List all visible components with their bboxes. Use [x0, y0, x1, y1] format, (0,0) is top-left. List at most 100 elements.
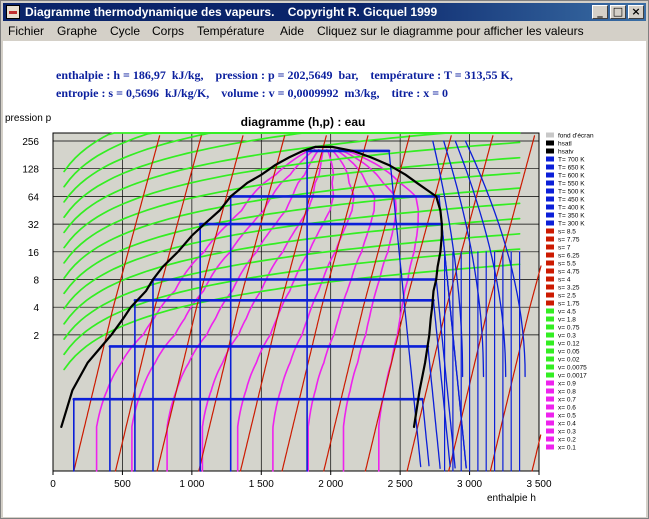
legend-label: s= 6.25: [558, 253, 580, 260]
legend-swatch: [546, 292, 554, 298]
legend-swatch: [546, 268, 554, 274]
legend-swatch: [546, 148, 554, 154]
legend-label: x= 0.6: [558, 405, 576, 412]
legend-label: T= 450 K: [558, 197, 585, 204]
legend-label: T= 650 K: [558, 165, 585, 172]
legend-label: fond d'écran: [558, 133, 594, 140]
legend-swatch: [546, 324, 554, 330]
x-tick-label: 2 500: [388, 479, 413, 490]
menu-bar: Fichier Graphe Cycle Corps Température A…: [3, 22, 646, 40]
legend-label: v= 1.8: [558, 317, 576, 324]
legend-label: hsatl: [558, 141, 572, 148]
legend-label: s= 2.5: [558, 293, 576, 300]
legend-label: x= 0.3: [558, 429, 576, 436]
legend-swatch: [546, 188, 554, 194]
menu-cycle[interactable]: Cycle: [110, 24, 140, 38]
legend-label: x= 0.2: [558, 437, 576, 444]
legend-swatch: [546, 284, 554, 290]
legend-label: T= 550 K: [558, 181, 585, 188]
legend-swatch: [546, 356, 554, 362]
legend-label: T= 350 K: [558, 213, 585, 220]
legend-swatch: [546, 132, 554, 138]
minimize-button[interactable]: _: [592, 5, 608, 19]
legend-swatch: [546, 140, 554, 146]
legend-label: x= 0.8: [558, 389, 576, 396]
legend-label: x= 0.9: [558, 381, 576, 388]
plot-area[interactable]: [52, 132, 540, 472]
legend-label: x= 0.4: [558, 421, 576, 428]
legend-label: s= 4: [558, 277, 571, 284]
y-axis-label: pression p: [5, 113, 52, 124]
legend-label: x= 0.5: [558, 413, 576, 420]
y-tick-label: 32: [28, 220, 40, 231]
close-button[interactable]: ×: [628, 5, 644, 19]
y-tick-label: 4: [33, 303, 39, 314]
x-tick-label: 500: [114, 479, 131, 490]
legend-swatch: [546, 236, 554, 242]
legend-swatch: [546, 396, 554, 402]
legend-label: T= 300 K: [558, 221, 585, 228]
legend-swatch: [546, 388, 554, 394]
legend-label: x= 0.7: [558, 397, 576, 404]
legend-swatch: [546, 340, 554, 346]
legend-swatch: [546, 412, 554, 418]
legend-swatch: [546, 196, 554, 202]
menu-temperature[interactable]: Température: [197, 24, 264, 38]
menu-corps[interactable]: Corps: [152, 24, 184, 38]
legend-label: s= 5.5: [558, 261, 576, 268]
legend-label: v= 0.3: [558, 333, 576, 340]
legend-swatch: [546, 244, 554, 250]
legend-swatch: [546, 300, 554, 306]
y-tick-label: 8: [33, 276, 39, 287]
legend-label: s= 8.5: [558, 229, 576, 236]
diagram-panel[interactable]: enthalpie : h = 186,97 kJ/kg, pression :…: [3, 41, 646, 517]
x-tick-label: 0: [50, 479, 56, 490]
x-tick-label: 1 000: [179, 479, 204, 490]
legend-swatch: [546, 428, 554, 434]
chart-title: diagramme (h,p) : eau: [241, 115, 366, 129]
legend-swatch: [546, 372, 554, 378]
legend-label: hsatv: [558, 149, 574, 156]
legend-swatch: [546, 420, 554, 426]
title-bar[interactable]: Diagramme thermodynamique des vapeurs. C…: [3, 3, 646, 21]
legend-swatch: [546, 444, 554, 450]
legend-swatch: [546, 252, 554, 258]
app-window: Diagramme thermodynamique des vapeurs. C…: [0, 0, 649, 519]
legend-label: s= 7.75: [558, 237, 580, 244]
legend-label: v= 0.0017: [558, 373, 587, 380]
legend-label: T= 700 K: [558, 157, 585, 164]
y-tick-label: 16: [28, 248, 40, 259]
menu-fichier[interactable]: Fichier: [8, 24, 44, 38]
x-tick-label: 2 000: [318, 479, 343, 490]
legend-swatch: [546, 332, 554, 338]
legend-swatch: [546, 308, 554, 314]
legend-label: v= 0.12: [558, 341, 580, 348]
maximize-button[interactable]: □: [610, 5, 626, 19]
legend-label: T= 600 K: [558, 173, 585, 180]
legend-label: T= 500 K: [558, 189, 585, 196]
legend-label: v= 0.75: [558, 325, 580, 332]
x-tick-label: 3 500: [526, 479, 551, 490]
legend-label: s= 4.75: [558, 269, 580, 276]
legend-swatch: [546, 260, 554, 266]
legend-label: x= 0.1: [558, 445, 576, 452]
menu-graphe[interactable]: Graphe: [57, 24, 97, 38]
x-tick-label: 3 000: [457, 479, 482, 490]
legend-label: v= 0.0075: [558, 365, 587, 372]
legend-swatch: [546, 404, 554, 410]
legend-swatch: [546, 436, 554, 442]
hp-diagram[interactable]: diagramme (h,p) : eaupression penthalpie…: [3, 41, 646, 517]
legend-swatch: [546, 380, 554, 386]
legend-swatch: [546, 348, 554, 354]
legend-swatch: [546, 156, 554, 162]
menu-aide[interactable]: Aide: [280, 24, 304, 38]
legend-swatch: [546, 212, 554, 218]
legend-swatch: [546, 204, 554, 210]
y-tick-label: 256: [22, 137, 39, 148]
legend-label: s= 7: [558, 245, 571, 252]
menu-hint: Cliquez sur le diagramme pour afficher l…: [317, 24, 584, 38]
legend-swatch: [546, 316, 554, 322]
x-axis-label: enthalpie h: [487, 493, 536, 504]
app-icon[interactable]: [6, 5, 20, 19]
legend-label: v= 4.5: [558, 309, 576, 316]
